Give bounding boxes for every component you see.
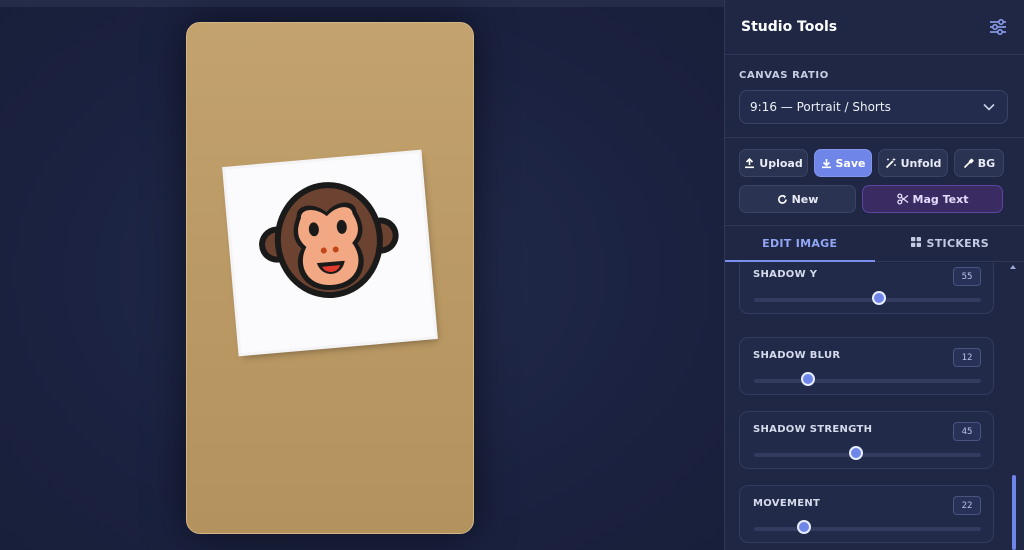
new-button[interactable]: New — [739, 185, 856, 213]
scissors-icon — [896, 193, 909, 205]
bg-button[interactable]: BG — [954, 149, 1004, 177]
toolbar-row-2: New Mag Text — [739, 185, 1024, 213]
shadow-y-track[interactable] — [754, 291, 981, 305]
shadow-strength-value[interactable]: 45 — [953, 422, 981, 441]
monkey-face-icon — [259, 182, 399, 299]
scrollbar-thumb[interactable] — [1012, 475, 1016, 550]
upload-label: Upload — [759, 156, 803, 170]
tab-edit-image[interactable]: EDIT IMAGE — [725, 226, 875, 262]
chevron-down-icon — [983, 100, 995, 114]
movement-thumb[interactable] — [796, 520, 811, 534]
shadow-y-control: SHADOW Y 55 — [739, 263, 994, 314]
tab-stickers[interactable]: STICKERS — [875, 226, 1024, 261]
sliders-icon[interactable] — [988, 17, 1008, 37]
canvas-ratio-value: 9:16 — Portrait / Shorts — [750, 100, 891, 114]
panel-title: Studio Tools — [741, 19, 838, 35]
shadow-blur-label: SHADOW BLUR — [753, 350, 841, 361]
new-label: New — [791, 192, 819, 206]
shadow-blur-value[interactable]: 12 — [953, 348, 981, 367]
studio-tools-panel: Studio Tools CANVAS RATIO 9:16 — Portrai… — [724, 0, 1024, 550]
save-button[interactable]: Save — [814, 149, 872, 177]
panel-tabs: EDIT IMAGE STICKERS — [725, 225, 1024, 262]
unfold-label: Unfold — [900, 156, 942, 170]
canvas-ratio-select[interactable]: 9:16 — Portrait / Shorts — [739, 90, 1008, 124]
movement-label: MOVEMENT — [753, 498, 821, 509]
shadow-blur-track[interactable] — [754, 372, 981, 386]
shadow-blur-control: SHADOW BLUR 12 — [739, 337, 994, 395]
movement-value[interactable]: 22 — [953, 496, 981, 515]
unfold-button[interactable]: Unfold — [878, 149, 948, 177]
magic-wand-icon — [885, 157, 897, 169]
shadow-strength-track[interactable] — [754, 446, 981, 460]
shadow-blur-thumb[interactable] — [801, 372, 816, 386]
shadow-y-label: SHADOW Y — [753, 269, 818, 280]
upload-button[interactable]: Upload — [739, 149, 808, 177]
shadow-y-thumb[interactable] — [871, 291, 886, 305]
shadow-strength-thumb[interactable] — [849, 446, 864, 460]
edit-image-controls[interactable]: SHADOW Y 55 SHADOW BLUR 12 SHADOW STRENG… — [725, 263, 1024, 550]
movement-control: MOVEMENT 22 — [739, 485, 994, 543]
refresh-icon — [777, 194, 788, 205]
eyedropper-icon — [963, 158, 974, 169]
mag-text-label: Mag Text — [912, 192, 969, 206]
shadow-strength-label: SHADOW STRENGTH — [753, 424, 873, 435]
editor-stage — [0, 0, 1024, 550]
save-label: Save — [835, 156, 866, 170]
download-icon — [821, 158, 832, 169]
tab-edit-image-label: EDIT IMAGE — [762, 237, 838, 250]
movement-track[interactable] — [754, 520, 981, 534]
shadow-y-value[interactable]: 55 — [953, 267, 981, 286]
tab-stickers-label: STICKERS — [926, 237, 989, 250]
toolbar-row-1: Upload Save Unfold BG — [739, 149, 1024, 177]
divider — [725, 137, 1024, 138]
mag-text-button[interactable]: Mag Text — [862, 185, 1003, 213]
panel-header: Studio Tools — [725, 0, 1024, 55]
bg-label: BG — [977, 156, 996, 170]
puzzle-icon — [910, 236, 922, 251]
monkey-sticker[interactable] — [225, 152, 435, 354]
shadow-strength-control: SHADOW STRENGTH 45 — [739, 411, 994, 469]
scroll-up-arrow-icon[interactable] — [1010, 265, 1016, 269]
upload-icon — [744, 157, 755, 169]
canvas-ratio-label: CANVAS RATIO — [739, 70, 829, 81]
